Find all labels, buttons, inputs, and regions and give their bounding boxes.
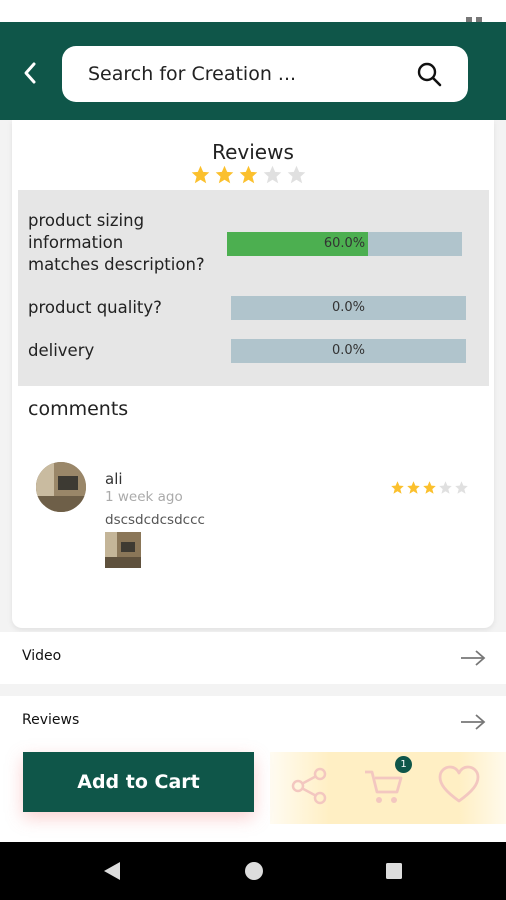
reviews-title: Reviews — [212, 140, 294, 164]
search-box[interactable] — [62, 46, 468, 102]
right-arrow-icon — [461, 650, 486, 666]
avatar[interactable] — [36, 462, 86, 512]
section-video[interactable]: Video — [0, 632, 506, 684]
bottom-action-bar: Add to Cart 1 — [0, 750, 506, 842]
star-icon-filled — [215, 165, 234, 184]
star-icon-empty — [455, 481, 468, 494]
overall-rating-stars — [190, 164, 307, 185]
criterion-percent: 0.0% — [331, 300, 366, 315]
share-icon[interactable] — [288, 764, 332, 808]
nav-back-icon[interactable] — [101, 860, 123, 882]
reviews-card: Reviews product sizing information match… — [12, 120, 494, 628]
search-input[interactable] — [88, 60, 388, 88]
comments-title: comments — [28, 398, 129, 420]
star-icon-filled — [239, 165, 258, 184]
criterion-progress-bar: 0.0% — [231, 296, 466, 320]
criterion-percent: 0.0% — [331, 343, 366, 358]
nav-home-icon[interactable] — [243, 860, 265, 882]
criterion-progress-bar: 0.0% — [231, 339, 466, 363]
add-to-cart-button[interactable]: Add to Cart — [23, 752, 254, 812]
star-icon-empty — [439, 481, 452, 494]
heart-icon[interactable] — [437, 764, 481, 808]
comment-text: dscsdcdcsdccc — [105, 512, 205, 528]
criterion-percent: 60.0% — [323, 236, 366, 251]
section-reviews[interactable]: Reviews — [0, 696, 506, 750]
criterion-progress-bar: 60.0% — [227, 232, 462, 256]
comment-image-thumb — [105, 532, 141, 568]
star-icon-filled — [191, 165, 210, 184]
section-label: Reviews — [22, 712, 80, 728]
comment-author: ali — [105, 470, 123, 488]
comment-time: 1 week ago — [105, 489, 183, 505]
system-nav-bar — [0, 842, 506, 900]
comment-rating-stars — [390, 480, 469, 495]
star-icon-filled — [391, 481, 404, 494]
star-icon-filled — [407, 481, 420, 494]
cart-count-badge: 1 — [395, 756, 412, 773]
status-icons — [462, 8, 492, 23]
back-arrow-icon — [24, 62, 36, 84]
right-arrow-icon — [461, 714, 486, 730]
nav-recents-icon[interactable] — [383, 860, 405, 882]
comment-image[interactable] — [105, 532, 141, 568]
star-icon-empty — [263, 165, 282, 184]
criterion-label: delivery — [28, 341, 95, 360]
search-icon[interactable] — [416, 61, 442, 87]
criterion-label: product sizing information matches descr… — [28, 211, 205, 274]
section-label: Video — [22, 648, 62, 664]
star-icon-filled — [423, 481, 436, 494]
app-bar — [0, 22, 506, 120]
criterion-label: product quality? — [28, 298, 162, 317]
avatar-image — [36, 462, 86, 512]
rating-breakdown: product sizing information matches descr… — [18, 190, 489, 386]
back-button[interactable] — [16, 58, 44, 88]
star-icon-empty — [287, 165, 306, 184]
status-bar — [0, 0, 506, 23]
product-content: Reviews product sizing information match… — [0, 120, 506, 750]
